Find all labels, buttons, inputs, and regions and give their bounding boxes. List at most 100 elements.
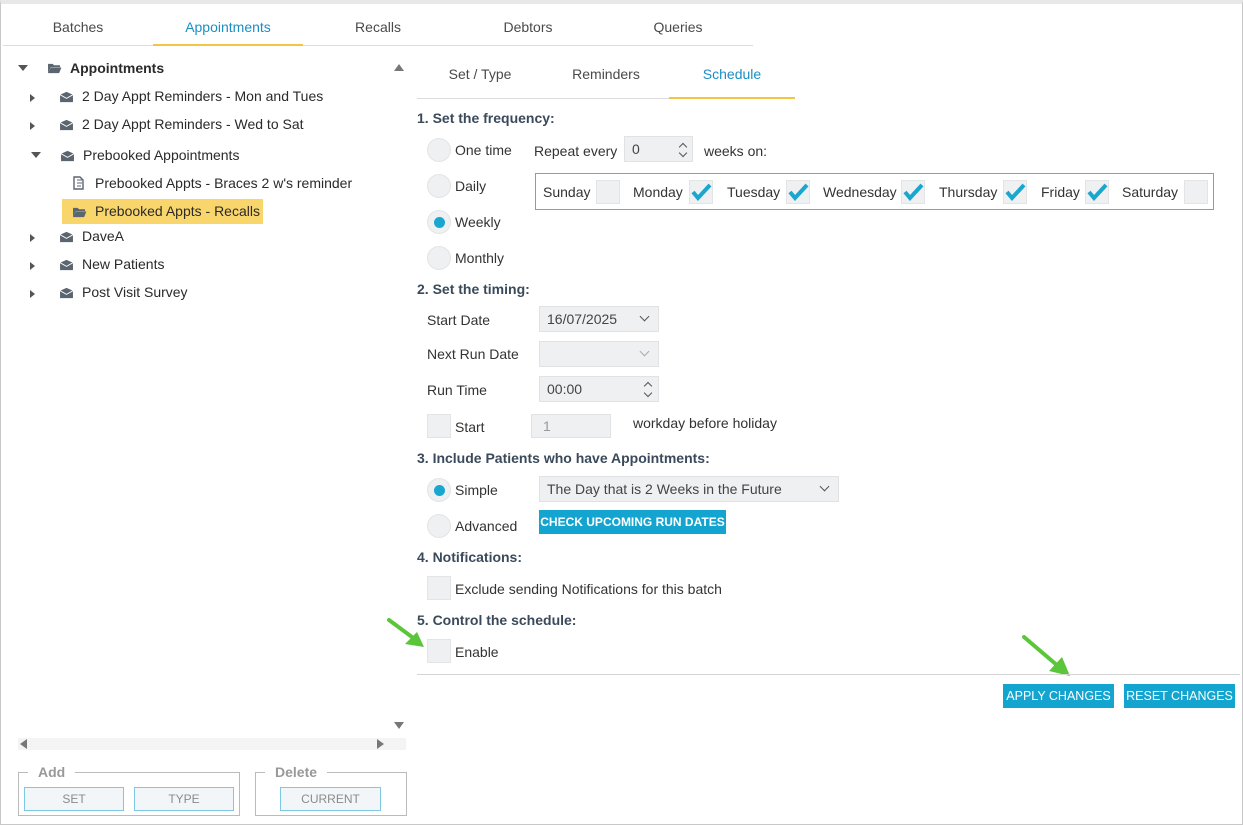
mail-box-icon — [59, 91, 74, 103]
apply-changes-button[interactable]: APPLY CHANGES — [1003, 684, 1114, 708]
days-of-week-box: Sunday Monday Tuesday Wednesday Thursday… — [535, 173, 1214, 210]
scroll-left-icon[interactable] — [20, 739, 27, 749]
day-label-wednesday: Wednesday — [823, 184, 897, 200]
start-checkbox[interactable] — [427, 414, 451, 438]
scroll-right-icon[interactable] — [377, 739, 384, 749]
tab-appointments[interactable]: Appointments — [153, 4, 303, 46]
tree-item-label: Post Visit Survey — [82, 284, 188, 300]
repeat-every-label: Repeat every — [534, 143, 618, 159]
run-time-value: 00:00 — [547, 381, 583, 397]
day-checkbox-tuesday[interactable] — [786, 180, 810, 204]
day-checkbox-monday[interactable] — [689, 180, 713, 204]
add-type-button[interactable]: TYPE — [134, 787, 234, 811]
top-tab-bar: Batches Appointments Recalls Debtors Que… — [3, 4, 753, 46]
include-title: 3. Include Patients who have Appointment… — [417, 450, 710, 466]
workday-text: workday before holiday — [633, 415, 777, 431]
expand-right-icon[interactable] — [30, 122, 35, 130]
advanced-radio[interactable] — [427, 514, 451, 538]
delete-current-button[interactable]: CURRENT — [280, 787, 381, 811]
monthly-radio[interactable] — [427, 246, 451, 270]
checkmark-icon — [788, 183, 809, 202]
exclude-notifications-checkbox[interactable] — [427, 576, 451, 600]
annotation-arrow-icon — [1022, 635, 1070, 676]
add-set-button[interactable]: SET — [24, 787, 124, 811]
document-copy-icon — [73, 176, 84, 190]
sub-tab-divider — [417, 98, 669, 99]
weeks-on-label: weeks on: — [704, 143, 768, 159]
tree-item-label: Prebooked Appointments — [83, 147, 240, 163]
mail-box-icon — [59, 119, 74, 131]
day-label-friday: Friday — [1041, 184, 1080, 200]
expand-right-icon[interactable] — [30, 290, 35, 298]
mail-box-icon — [59, 259, 74, 271]
start-date-select[interactable]: 16/07/2025 — [539, 306, 659, 332]
tree-item-label: Prebooked Appts - Braces 2 w's reminder — [95, 175, 353, 191]
mail-box-icon — [59, 231, 74, 243]
chevron-down-icon — [639, 346, 650, 357]
expand-right-icon[interactable] — [30, 94, 35, 102]
day-checkbox-wednesday[interactable] — [901, 180, 925, 204]
checkmark-icon — [691, 183, 712, 202]
annotation-arrow-icon — [387, 618, 424, 647]
stepper-down-icon[interactable] — [643, 388, 653, 398]
expand-right-icon[interactable] — [30, 262, 35, 270]
tree-root-label: Appointments — [70, 60, 165, 76]
simple-period-select[interactable]: The Day that is 2 Weeks in the Future — [539, 476, 839, 502]
sub-tab-bar: Set / Type Reminders Schedule — [417, 52, 795, 99]
start-label: Start — [455, 419, 485, 435]
exclude-notifications-label: Exclude sending Notifications for this b… — [455, 581, 722, 597]
scroll-up-icon[interactable] — [394, 64, 404, 71]
horizontal-scrollbar[interactable] — [18, 738, 406, 750]
tab-schedule[interactable]: Schedule — [669, 52, 795, 99]
day-checkbox-sunday[interactable] — [596, 180, 620, 204]
day-checkbox-thursday[interactable] — [1003, 180, 1027, 204]
tab-queries[interactable]: Queries — [603, 4, 753, 46]
checkmark-icon — [1087, 183, 1108, 202]
stepper-down-icon[interactable] — [678, 148, 688, 158]
tab-reminders[interactable]: Reminders — [543, 52, 669, 99]
tree-item-label: 2 Day Appt Reminders - Mon and Tues — [82, 88, 324, 104]
tree-item-label: DaveA — [82, 228, 125, 244]
day-label-saturday: Saturday — [1122, 184, 1179, 200]
next-run-date-select[interactable] — [539, 341, 659, 367]
run-time-stepper[interactable]: 00:00 — [539, 376, 659, 402]
repeat-weeks-stepper[interactable]: 0 — [624, 136, 693, 162]
expand-right-icon[interactable] — [30, 234, 35, 242]
notifications-title: 4. Notifications: — [417, 549, 523, 565]
checkmark-icon — [1005, 183, 1026, 202]
mail-box-icon — [59, 287, 74, 299]
chevron-down-icon — [819, 481, 830, 492]
simple-period-value: The Day that is 2 Weeks in the Future — [547, 481, 782, 497]
checkmark-icon — [903, 183, 924, 202]
add-legend: Add — [28, 764, 76, 780]
reset-changes-button[interactable]: RESET CHANGES — [1124, 684, 1235, 708]
day-label-tuesday: Tuesday — [727, 184, 781, 200]
monthly-label: Monthly — [455, 250, 505, 266]
repeat-weeks-value: 0 — [632, 141, 640, 157]
tab-set-type[interactable]: Set / Type — [417, 52, 543, 99]
check-upcoming-run-dates-button[interactable]: CHECK UPCOMING RUN DATES — [539, 510, 726, 534]
day-checkbox-saturday[interactable] — [1184, 180, 1208, 204]
weekly-radio[interactable] — [427, 210, 451, 234]
start-days-input[interactable]: 1 — [531, 414, 611, 438]
tab-recalls[interactable]: Recalls — [303, 4, 453, 46]
advanced-label: Advanced — [455, 518, 518, 534]
daily-label: Daily — [455, 178, 487, 194]
start-date-label: Start Date — [427, 312, 491, 328]
expand-down-icon[interactable] — [31, 152, 41, 158]
folder-open-icon — [73, 207, 87, 218]
one-time-radio[interactable] — [427, 138, 451, 162]
tab-batches[interactable]: Batches — [3, 4, 153, 46]
timing-title: 2. Set the timing: — [417, 281, 530, 297]
one-time-label: One time — [455, 142, 512, 158]
daily-radio[interactable] — [427, 174, 451, 198]
day-checkbox-friday[interactable] — [1085, 180, 1109, 204]
weekly-label: Weekly — [455, 214, 501, 230]
start-date-value: 16/07/2025 — [547, 311, 618, 327]
simple-radio[interactable] — [427, 478, 451, 502]
tab-debtors[interactable]: Debtors — [453, 4, 603, 46]
expand-down-icon[interactable] — [18, 65, 28, 71]
mail-box-icon — [60, 150, 75, 162]
scroll-down-icon[interactable] — [394, 722, 404, 729]
control-title: 5. Control the schedule: — [417, 612, 577, 628]
